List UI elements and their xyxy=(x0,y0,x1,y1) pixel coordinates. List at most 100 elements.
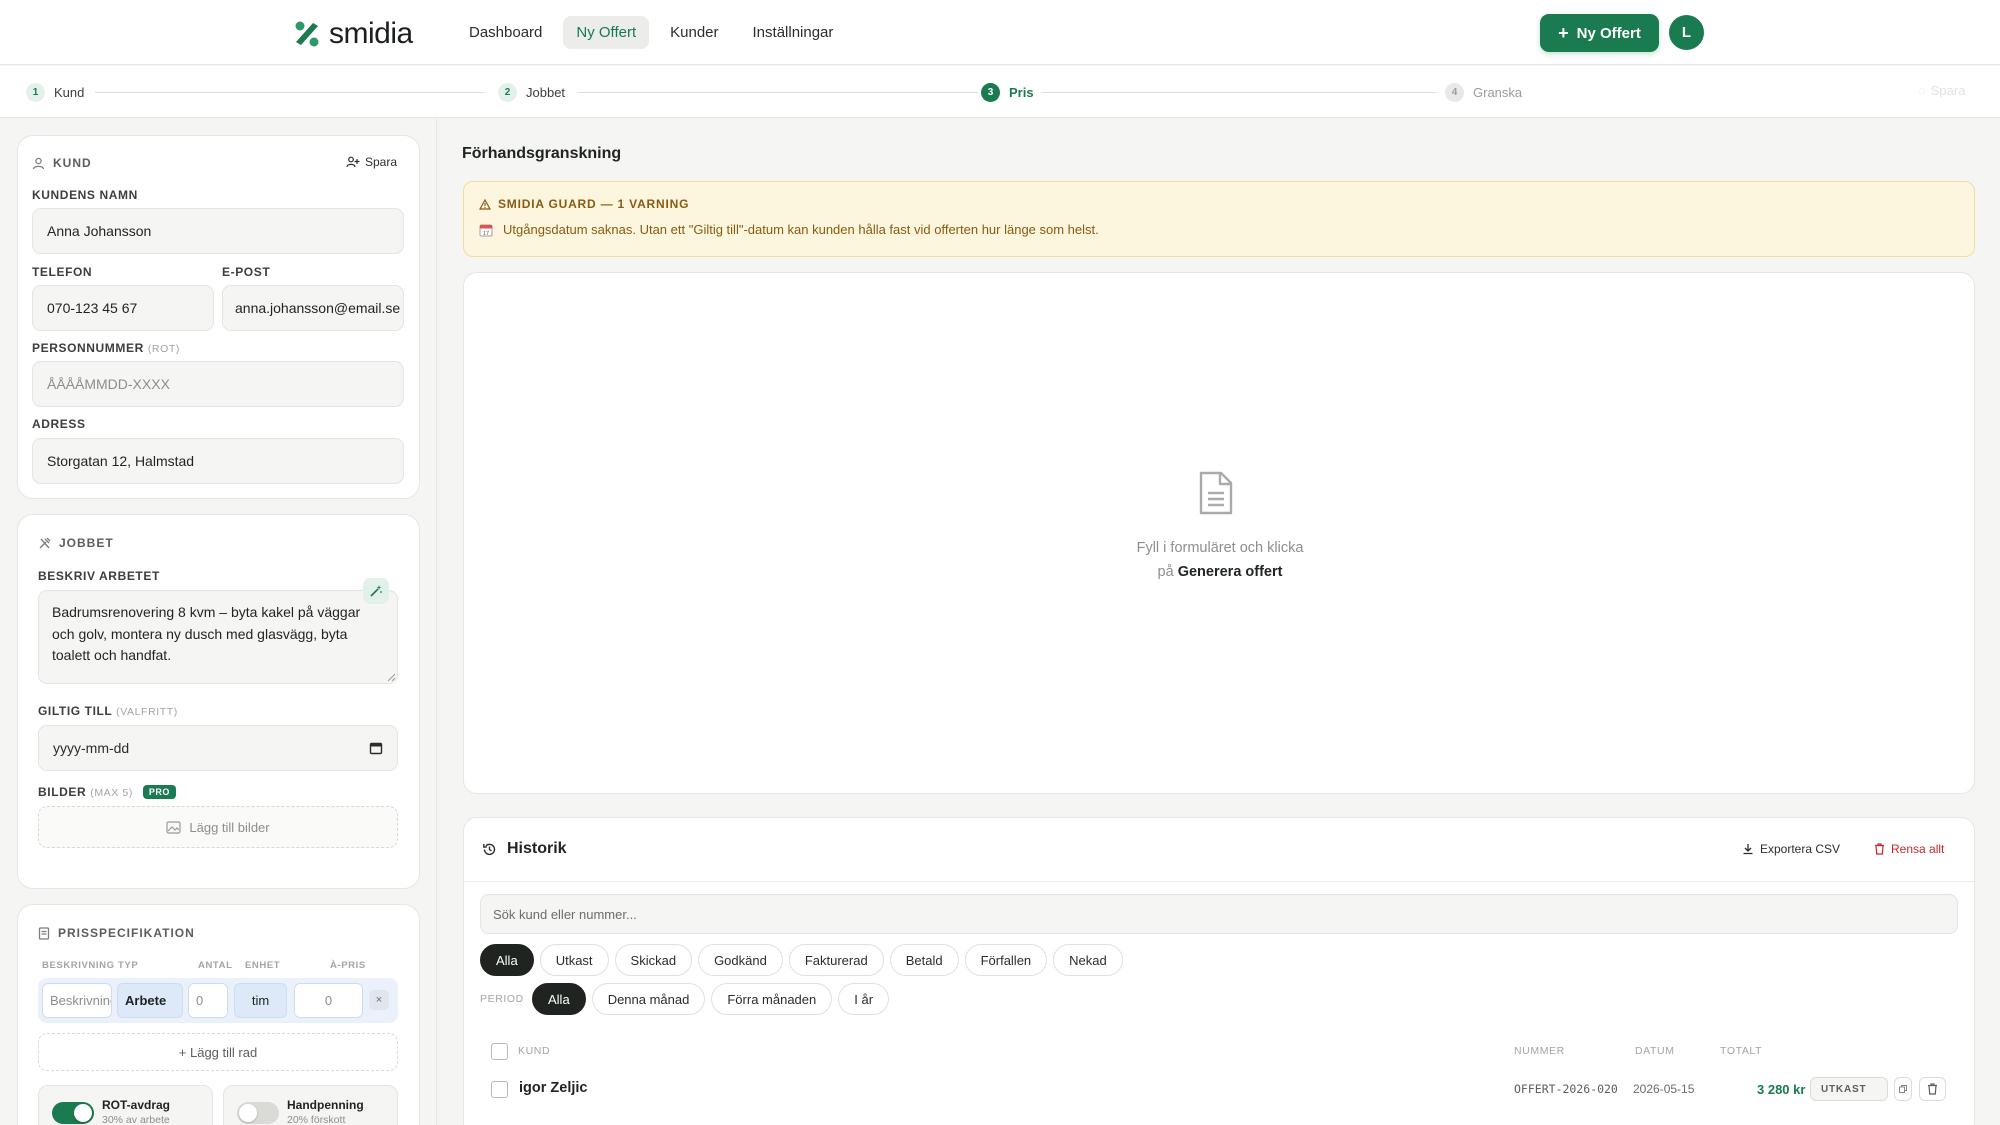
offer-preview: Fyll i formuläret och klicka på Generera… xyxy=(463,272,1975,794)
empty-state-prefix: på xyxy=(1157,564,1174,580)
rot-toggle[interactable] xyxy=(52,1102,94,1124)
row-type-select[interactable]: Arbete xyxy=(117,983,183,1018)
address-input[interactable]: Storgatan 12, Halmstad xyxy=(32,438,404,484)
jobbet-card-title: JOBBET xyxy=(38,536,114,550)
work-description-textarea[interactable]: Badrumsrenovering 8 kvm – byta kakel på … xyxy=(38,590,398,684)
step-number: 1 xyxy=(26,83,45,102)
clear-all-button[interactable]: Rensa allt xyxy=(1874,842,1944,856)
toggle-knob xyxy=(74,1104,92,1122)
row-quantity-input[interactable]: 0 xyxy=(188,983,228,1018)
empty-state-text: Fyll i formuläret och klicka på Generera… xyxy=(920,536,1520,584)
nav-ny-offert[interactable]: Ny Offert xyxy=(563,16,650,49)
col-date: DATUM xyxy=(1635,1045,1675,1057)
step-label: Kund xyxy=(54,85,85,100)
filter-nekad[interactable]: Nekad xyxy=(1053,944,1123,976)
toggle-knob xyxy=(239,1104,257,1122)
price-spec-title: PRISSPECIFIKATION xyxy=(38,926,195,940)
deposit-toggle[interactable] xyxy=(237,1102,279,1124)
nav-installningar[interactable]: Inställningar xyxy=(740,16,847,49)
valid-until-date-input[interactable]: yyyy-mm-dd xyxy=(38,725,398,771)
save-customer-button[interactable]: Spara xyxy=(346,155,397,169)
filter-alla[interactable]: Alla xyxy=(480,944,534,976)
col-customer: KUND xyxy=(518,1045,551,1057)
nav-dashboard[interactable]: Dashboard xyxy=(456,16,555,49)
row-checkbox[interactable] xyxy=(491,1081,508,1098)
col-number: NUMMER xyxy=(1514,1045,1565,1057)
describe-work-label: BESKRIV ARBETET xyxy=(38,569,160,583)
jobbet-title-text: JOBBET xyxy=(59,536,114,550)
step-jobbet[interactable]: 2 Jobbet xyxy=(498,83,565,102)
step-kund[interactable]: 1 Kund xyxy=(26,83,84,102)
row-unit-select[interactable]: tim xyxy=(234,983,287,1018)
filter-fakturerad[interactable]: Fakturerad xyxy=(788,944,884,976)
generate-offer-hint: Generera offert xyxy=(1177,564,1283,580)
history-title: Historik xyxy=(482,840,567,858)
calendar-icon[interactable] xyxy=(369,741,383,755)
personnummer-label-text: PERSONNUMMER xyxy=(32,341,144,355)
save-customer-label: Spara xyxy=(365,155,398,169)
export-csv-button[interactable]: Exportera CSV xyxy=(1742,842,1840,856)
add-row-button[interactable]: + Lägg till rad xyxy=(38,1033,398,1071)
ai-generate-button[interactable] xyxy=(363,578,389,604)
delete-row-button[interactable] xyxy=(1919,1077,1946,1101)
magic-wand-icon xyxy=(370,585,382,597)
export-csv-label: Exportera CSV xyxy=(1760,842,1841,856)
step-label: Pris xyxy=(1009,85,1034,100)
row-date: 2026-05-15 xyxy=(1633,1082,1695,1096)
period-i-ar[interactable]: I år xyxy=(838,983,890,1015)
empty-state-line1: Fyll i formuläret och klicka xyxy=(1136,540,1304,556)
col-head-quantity: ANTAL xyxy=(198,960,233,971)
email-input[interactable]: anna.johansson@email.se xyxy=(222,285,404,331)
row-customer[interactable]: igor Zeljic xyxy=(519,1080,588,1096)
personnummer-hint: (ROT) xyxy=(147,343,180,355)
deposit-title: Handpenning xyxy=(287,1098,364,1112)
logo-text: smidia xyxy=(329,17,413,50)
period-forra-manaden[interactable]: Förra månaden xyxy=(711,983,833,1015)
copy-button[interactable] xyxy=(1894,1077,1912,1101)
filter-skickad[interactable]: Skickad xyxy=(614,944,693,976)
customer-name-label: KUNDENS NAMN xyxy=(32,188,138,202)
top-bar: smidia Dashboard Ny Offert Kunder Instäl… xyxy=(0,0,2000,65)
filter-forfallen[interactable]: Förfallen xyxy=(964,944,1048,976)
rot-toggle-card[interactable]: ROT-avdrag 30% av arbete xyxy=(38,1085,213,1125)
preview-title: Förhandsgranskning xyxy=(462,145,622,162)
calendar-icon: 17 xyxy=(479,224,493,237)
col-head-unit: ENHET xyxy=(245,960,281,971)
add-images-dropzone[interactable]: Lägg till bilder xyxy=(38,806,398,848)
step-connector xyxy=(95,92,485,93)
filter-betald[interactable]: Betald xyxy=(889,944,959,976)
step-number: 3 xyxy=(981,83,1000,102)
kund-card-title: KUND xyxy=(32,156,92,170)
new-offer-button-label: Ny Offert xyxy=(1576,24,1641,42)
kund-title-text: KUND xyxy=(53,156,92,170)
remove-row-button[interactable]: × xyxy=(369,990,389,1010)
history-search-input[interactable]: Sök kund eller nummer... xyxy=(480,894,1958,934)
step-pris[interactable]: 3 Pris xyxy=(981,83,1034,102)
resize-handle-icon[interactable] xyxy=(386,672,396,682)
step-label: Jobbet xyxy=(526,85,566,100)
empty-state-line2: på Generera offert xyxy=(920,560,1520,584)
deposit-toggle-card[interactable]: Handpenning 20% förskott xyxy=(223,1085,398,1125)
logo[interactable]: smidia xyxy=(295,17,413,51)
customer-name-input[interactable]: Anna Johansson xyxy=(32,208,404,254)
select-all-checkbox[interactable] xyxy=(491,1043,508,1060)
personnummer-input[interactable]: ÅÅÅÅMMDD-XXXX xyxy=(32,361,404,407)
receipt-icon xyxy=(38,926,50,940)
new-offer-button[interactable]: + Ny Offert xyxy=(1540,14,1659,52)
period-alla[interactable]: Alla xyxy=(532,983,586,1015)
row-description-input[interactable]: Beskrivning xyxy=(42,983,112,1018)
price-row: Beskrivning Arbete 0 tim 0 × xyxy=(38,978,398,1023)
status-badge[interactable]: UTKAST xyxy=(1810,1077,1888,1101)
phone-input[interactable]: 070-123 45 67 xyxy=(32,285,214,331)
col-head-unit-price: À-PRIS xyxy=(330,960,366,971)
period-denna-manad[interactable]: Denna månad xyxy=(591,983,706,1015)
filter-utkast[interactable]: Utkast xyxy=(539,944,609,976)
rot-title: ROT-avdrag xyxy=(102,1098,171,1112)
nav-kunder[interactable]: Kunder xyxy=(657,16,731,49)
row-unit-price-input[interactable]: 0 xyxy=(294,983,363,1018)
filter-godkand[interactable]: Godkänd xyxy=(698,944,783,976)
stepper-save-button[interactable]: ◌ Spara xyxy=(1918,83,1965,98)
avatar[interactable]: L xyxy=(1669,15,1704,50)
user-plus-icon xyxy=(346,156,360,168)
step-granska[interactable]: 4 Granska xyxy=(1445,83,1522,102)
